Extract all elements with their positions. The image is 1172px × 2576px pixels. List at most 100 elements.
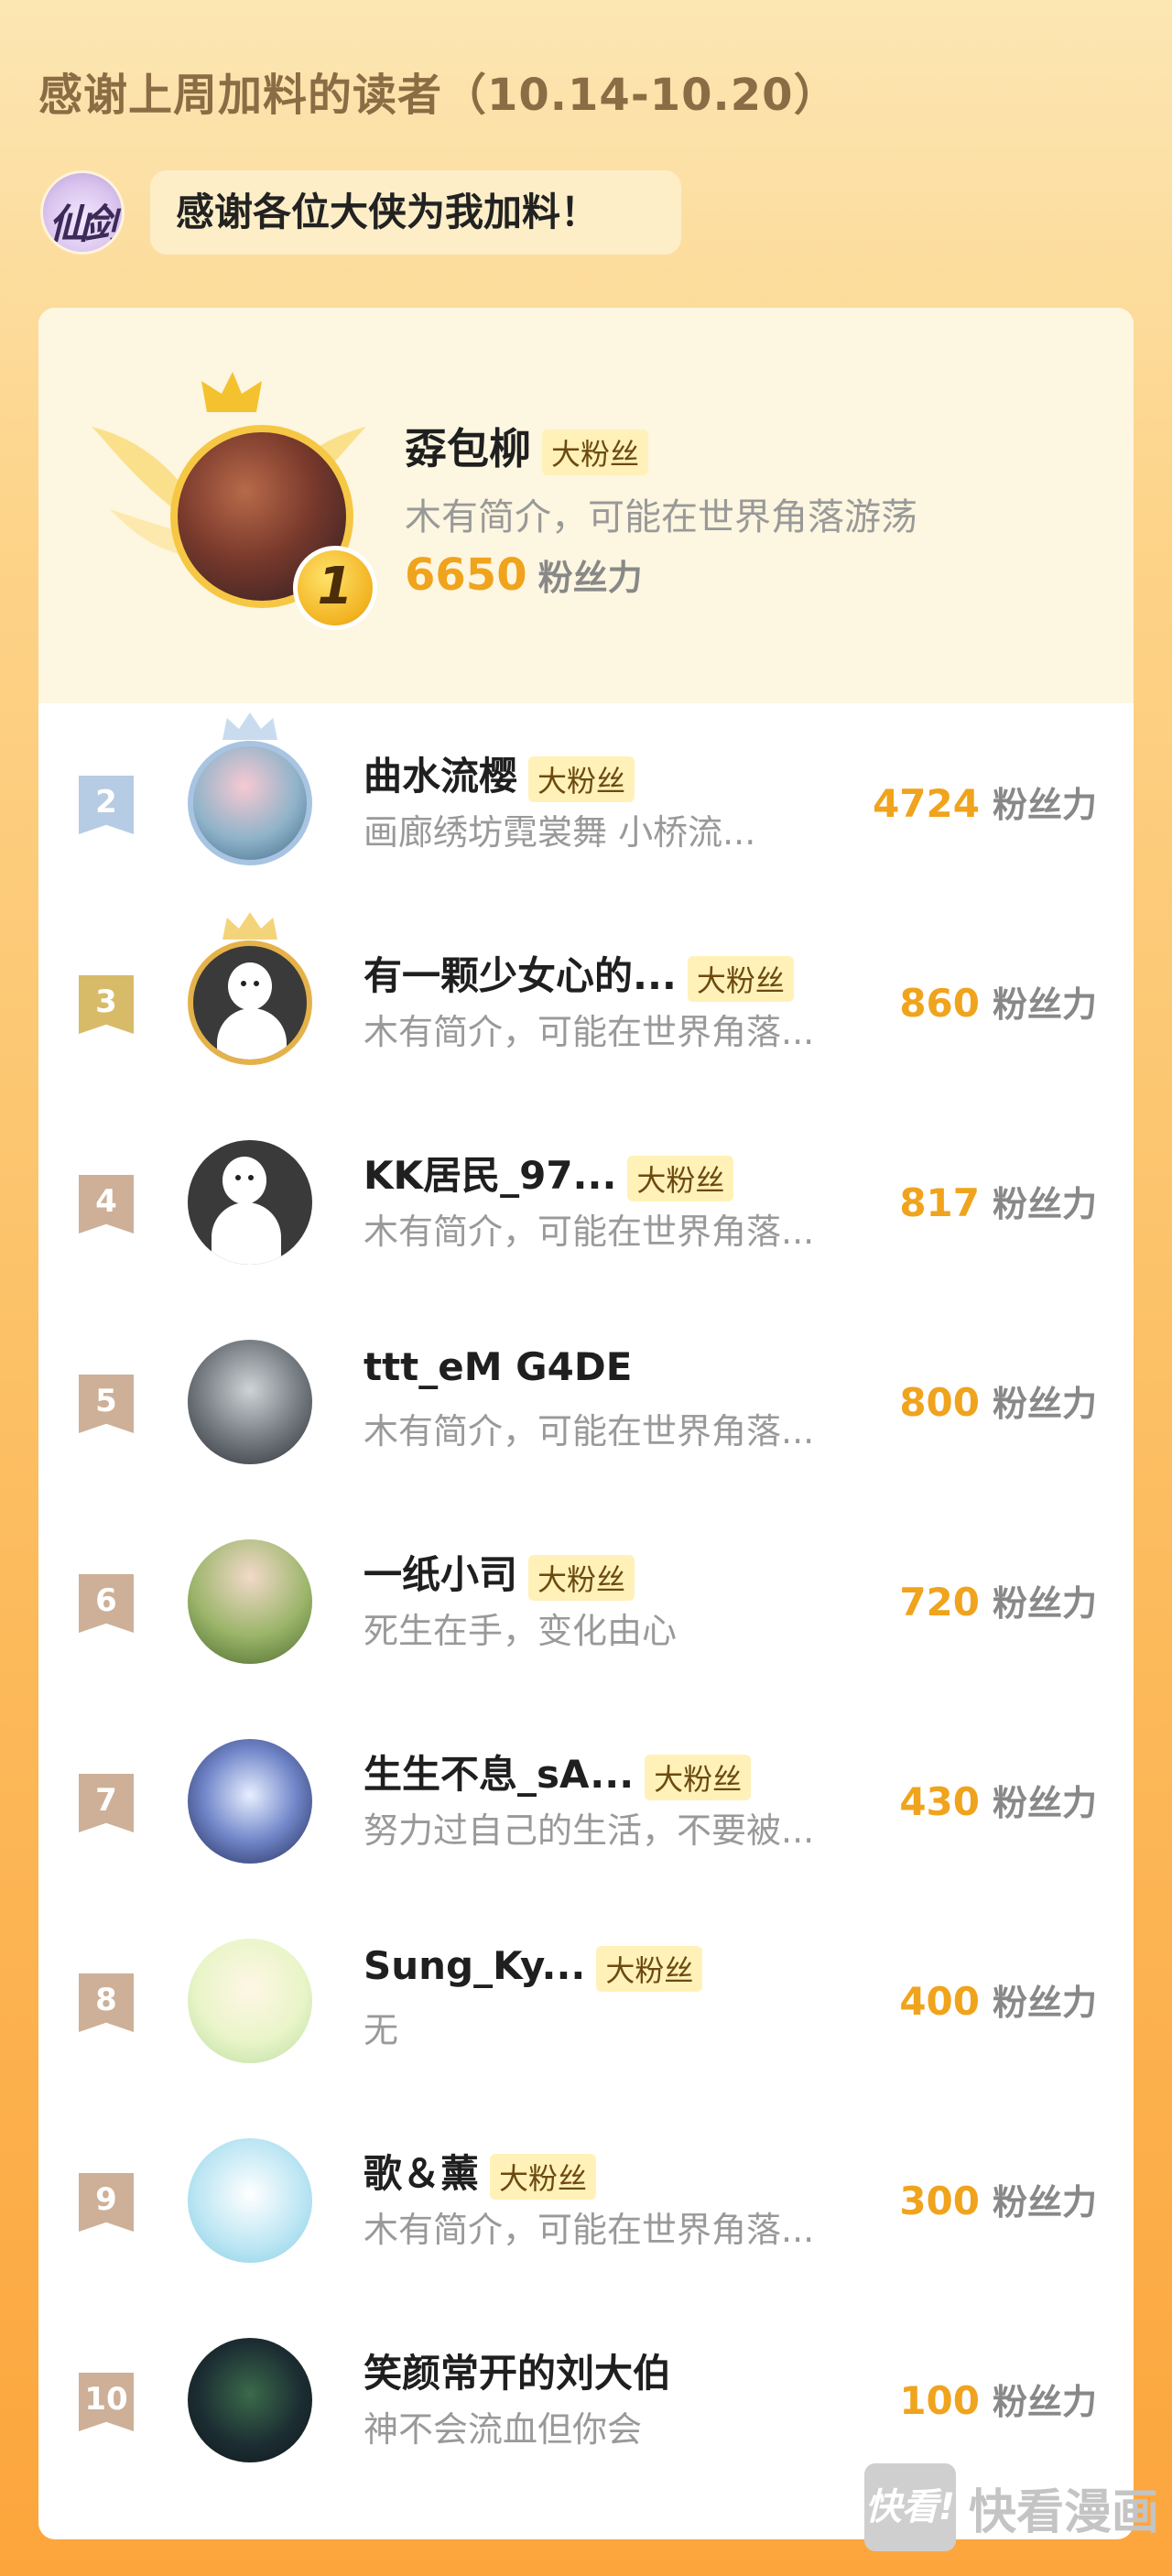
avatar[interactable] (188, 940, 312, 1065)
top-reader-bio: 木有简介，可能在世界角落游荡 (405, 496, 917, 538)
reader-name: KK居民_97... (364, 1153, 617, 1198)
fan-badge: 大粉丝 (528, 1554, 635, 1601)
rank-ribbon: 6 (79, 1574, 134, 1633)
reader-score: 817 粉丝力 (899, 1176, 1097, 1226)
author-logo-text: 仙剑 (49, 201, 122, 248)
top-reader-name[interactable]: 孬包柳 大粉丝 (405, 416, 649, 476)
reader-name: 笑颜常开的刘大伯 (364, 2351, 672, 2396)
top-reader-score: 6650 粉丝力 (405, 549, 643, 601)
reader-bio: 努力过自己的生活，不要被... (364, 1810, 815, 1851)
rank-ribbon: 5 (79, 1375, 134, 1433)
rank-ribbon: 2 (79, 776, 134, 834)
score-value: 4724 (873, 781, 980, 826)
author-avatar[interactable]: 仙剑 (40, 170, 125, 255)
score-unit: 粉丝力 (992, 2182, 1097, 2223)
list-item[interactable]: 2 曲水流樱 大粉丝画廊绣坊霓裳舞 小桥流... 4724 粉丝力 (38, 703, 1134, 903)
avatar[interactable] (188, 1539, 312, 1664)
rank-ribbon: 9 (79, 2173, 134, 2232)
reader-name-line[interactable]: 曲水流樱 大粉丝 (364, 745, 635, 802)
fan-badge: 大粉丝 (687, 955, 794, 1002)
rank-ribbon: 8 (79, 1973, 134, 2032)
score-unit: 粉丝力 (992, 1783, 1097, 1823)
reader-score: 860 粉丝力 (899, 976, 1097, 1027)
top-reader-section[interactable]: 1 孬包柳 大粉丝 木有简介，可能在世界角落游荡 6650 粉丝力 (38, 308, 1134, 703)
list-item[interactable]: 9 歌＆薰 大粉丝木有简介，可能在世界角落... 300 粉丝力 (38, 2101, 1134, 2300)
reader-name: ttt_eM G4DE (364, 1344, 633, 1389)
rank-ribbon: 3 (79, 975, 134, 1034)
reader-name-line[interactable]: 有一颗少女心的... 大粉丝 (364, 945, 794, 1002)
fan-badge: 大粉丝 (528, 755, 635, 802)
score-unit: 粉丝力 (992, 1583, 1097, 1624)
score-value: 817 (899, 1180, 980, 1225)
reader-score: 4724 粉丝力 (873, 777, 1097, 827)
reader-name-line[interactable]: 生生不息_sA... 大粉丝 (364, 1744, 752, 1800)
reader-bio: 画廊绣坊霓裳舞 小桥流... (364, 812, 756, 853)
reader-name: 有一颗少女心的... (364, 953, 677, 998)
reader-score: 800 粉丝力 (899, 1375, 1097, 1426)
avatar[interactable] (188, 1340, 312, 1464)
ranking-card: 1 孬包柳 大粉丝 木有简介，可能在世界角落游荡 6650 粉丝力 2 曲水流樱 大粉丝… (38, 308, 1134, 2539)
reader-bio: 木有简介，可能在世界角落... (364, 1012, 815, 1052)
reader-score: 300 粉丝力 (899, 2174, 1097, 2224)
score-unit: 粉丝力 (992, 1184, 1097, 1224)
reader-name: 孬包柳 (405, 424, 531, 473)
score-value: 430 (899, 1779, 980, 1824)
reader-bio: 无 (364, 2010, 399, 2050)
avatar[interactable] (188, 2138, 312, 2263)
brand-text: 快看漫画 (968, 2484, 1159, 2540)
score-unit: 粉丝力 (992, 2382, 1097, 2422)
thanks-bubble: 感谢各位大侠为我加料！ (150, 170, 681, 255)
score-value: 800 (899, 1380, 980, 1425)
fan-badge: 大粉丝 (596, 1945, 703, 1992)
fan-badge: 大粉丝 (490, 2153, 597, 2200)
rank-ribbon: 10 (79, 2373, 134, 2431)
list-item[interactable]: 5 ttt_eM G4DE 木有简介，可能在世界角落... 800 粉丝力 (38, 1302, 1134, 1502)
watermark: 快看! 快看漫画 (863, 2463, 1159, 2551)
reader-name: Sung_Ky... (364, 1943, 586, 1988)
avatar[interactable] (188, 1739, 312, 1864)
reader-score: 400 粉丝力 (899, 1974, 1097, 2025)
list-item[interactable]: 6 一纸小司 大粉丝死生在手，变化由心 720 粉丝力 (38, 1502, 1134, 1701)
fan-badge: 大粉丝 (627, 1155, 734, 1201)
list-item[interactable]: 7 生生不息_sA... 大粉丝 努力过自己的生活，不要被... 430 粉丝力 (38, 1701, 1134, 1901)
avatar[interactable] (188, 741, 312, 865)
list-item[interactable]: 4 KK居民_97... 大粉丝木有简介，可能在世界角落... 817 粉丝力 (38, 1103, 1134, 1302)
kuaikan-logo-icon: 快看! (863, 2463, 956, 2551)
avatar[interactable] (188, 1939, 312, 2063)
rank-ribbon: 4 (79, 1175, 134, 1234)
score-value: 6650 (405, 549, 527, 601)
reader-name: 生生不息_sA... (364, 1752, 635, 1797)
score-unit: 粉丝力 (992, 984, 1097, 1025)
reader-name: 曲水流樱 (364, 754, 518, 799)
crown-icon (222, 912, 277, 940)
reader-name-line[interactable]: 笑颜常开的刘大伯 (364, 2342, 671, 2398)
rank-1-coin: 1 (293, 546, 377, 630)
avatar[interactable] (188, 1140, 312, 1265)
fan-badge: 大粉丝 (645, 1754, 752, 1800)
score-value: 720 (899, 1580, 980, 1625)
reader-name-line[interactable]: ttt_eM G4DE (364, 1344, 632, 1389)
avatar[interactable] (188, 2338, 312, 2462)
reader-name-line[interactable]: Sung_Ky... 大粉丝 (364, 1943, 703, 1992)
reader-bio: 神不会流血但你会 (364, 2409, 643, 2450)
score-unit: 粉丝力 (992, 1983, 1097, 2023)
score-unit: 粉丝力 (992, 785, 1097, 825)
reader-bio: 死生在手，变化由心 (364, 1611, 678, 1651)
reader-name-line[interactable]: KK居民_97... 大粉丝 (364, 1145, 734, 1201)
score-value: 400 (899, 1979, 980, 2024)
reader-name-line[interactable]: 歌＆薰 大粉丝 (364, 2143, 597, 2200)
reader-name: 一纸小司 (364, 1552, 518, 1597)
reader-score: 720 粉丝力 (899, 1575, 1097, 1625)
list-item[interactable]: 8 Sung_Ky... 大粉丝无 400 粉丝力 (38, 1901, 1134, 2101)
score-unit: 粉丝力 (537, 558, 643, 598)
reader-name: 歌＆薰 (364, 2151, 480, 2196)
reader-bio: 木有简介，可能在世界角落... (364, 1212, 815, 1252)
fan-badge: 大粉丝 (542, 429, 649, 475)
list-item[interactable]: 3 有一颗少女心的... 大粉丝木有简介，可能在世界角落... 860 粉丝力 (38, 903, 1134, 1103)
score-value: 300 (899, 2179, 980, 2223)
reader-score: 100 粉丝力 (899, 2374, 1097, 2424)
reader-bio: 木有简介，可能在世界角落... (364, 2210, 815, 2250)
crown-icon (222, 712, 277, 740)
reader-name-line[interactable]: 一纸小司 大粉丝 (364, 1544, 635, 1601)
page-title: 感谢上周加料的读者（10.14-10.20） (38, 70, 839, 121)
